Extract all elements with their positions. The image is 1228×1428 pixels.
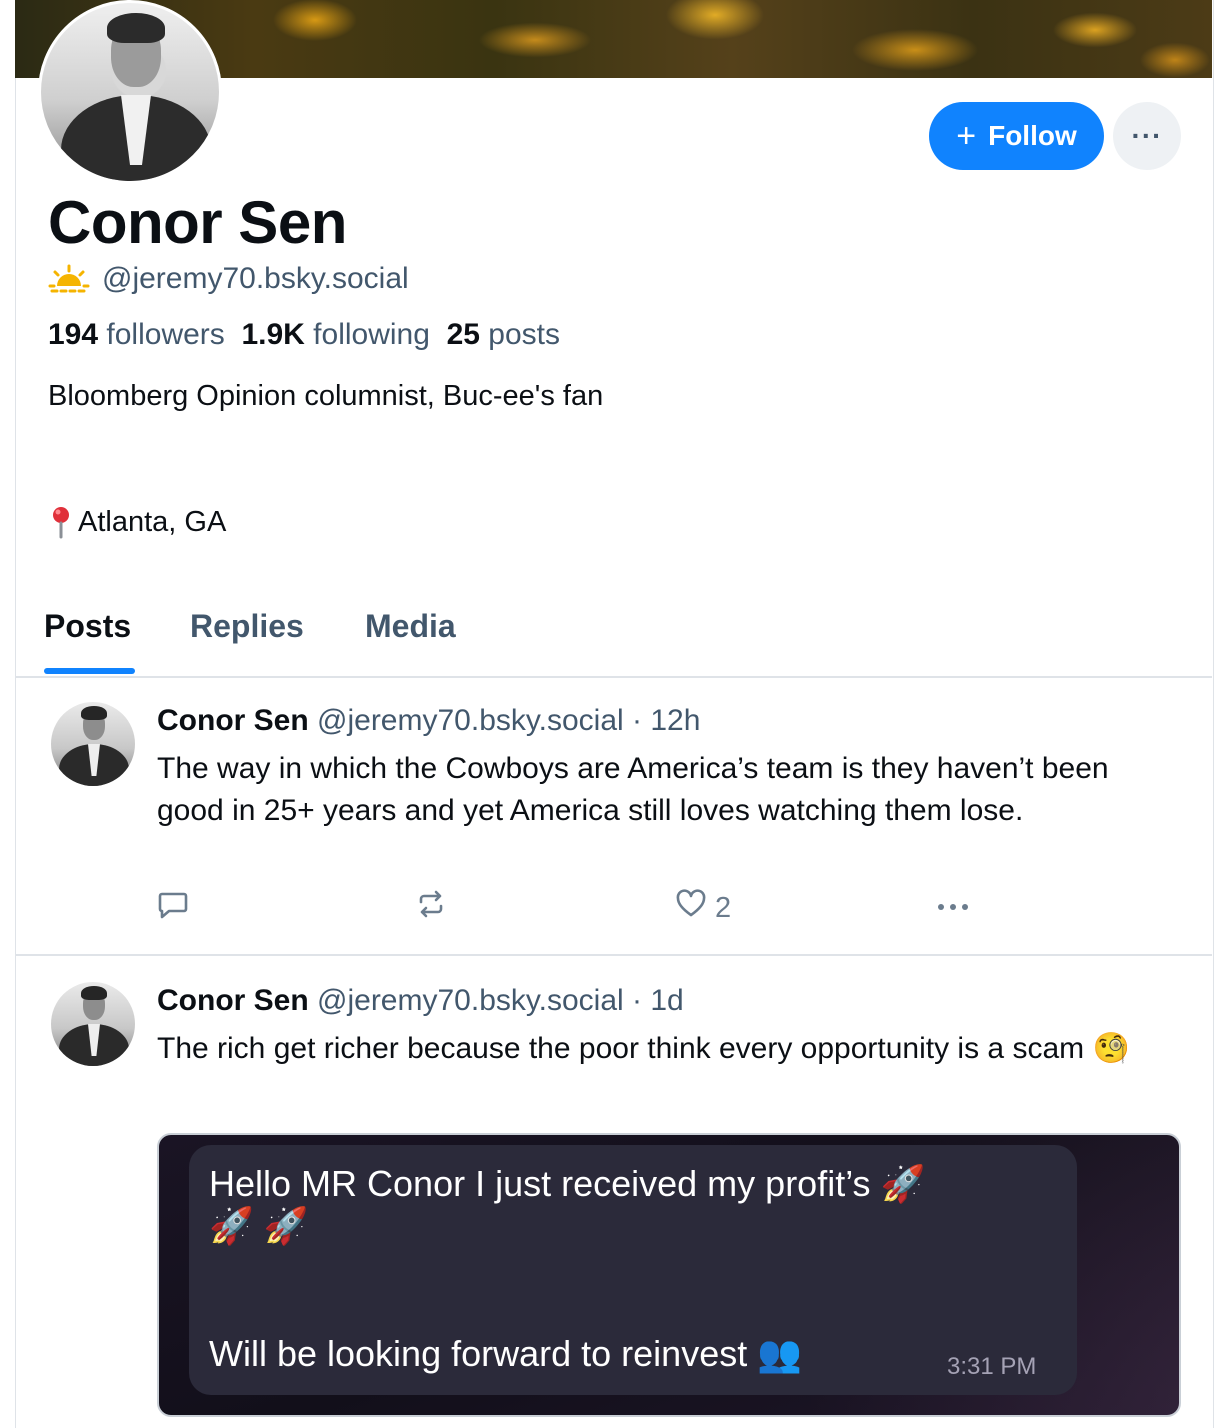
post-avatar[interactable] [51, 702, 135, 786]
repost-button[interactable] [415, 888, 447, 928]
message-line: Will be looking forward to reinvest 👥 [209, 1333, 803, 1374]
location-text: Atlanta, GA [78, 505, 227, 538]
message-time: 3:31 PM [947, 1353, 1037, 1380]
profile-handle[interactable]: @jeremy70.bsky.social [102, 262, 409, 296]
pin-icon [48, 505, 74, 539]
post-text: The rich get richer because the poor thi… [157, 1032, 1130, 1065]
heart-icon [675, 888, 707, 928]
profile-location: Atlanta, GA [48, 505, 226, 539]
active-tab-indicator [44, 668, 135, 674]
reply-icon [157, 888, 189, 928]
profile-tabs: Posts Replies Media [15, 590, 1212, 678]
post-avatar[interactable] [51, 982, 135, 1066]
post-text: The way in which the Cowboys are America… [157, 752, 1109, 827]
post-author-name[interactable]: Conor Sen [157, 984, 309, 1017]
post-item[interactable]: Conor Sen @jeremy70.bsky.social · 12h Th… [15, 678, 1212, 956]
post-embed-image[interactable]: Hello MR Conor I just received my profit… [157, 1133, 1181, 1417]
plus-icon: + [956, 117, 977, 155]
follow-button[interactable]: + Follow [929, 102, 1104, 170]
profile-bio: Bloomberg Opinion columnist, Buc-ee's fa… [48, 380, 604, 412]
message-line: Hello MR Conor I just received my profit… [209, 1163, 926, 1246]
repost-icon [415, 888, 447, 928]
tab-media[interactable]: Media [365, 608, 456, 645]
handle-row: @jeremy70.bsky.social [48, 262, 409, 296]
posts-stat: 25 posts [446, 318, 561, 351]
sun-icon [48, 264, 90, 294]
post-author-name[interactable]: Conor Sen [157, 704, 309, 737]
post-header: Conor Sen @jeremy70.bsky.social · 1d [157, 984, 684, 1018]
following-stat[interactable]: 1.9K following [241, 318, 429, 351]
profile-stats: 194 followers 1.9K following 25 posts [48, 318, 560, 352]
post-author-handle[interactable]: @jeremy70.bsky.social [317, 984, 624, 1017]
tab-posts[interactable]: Posts [44, 608, 131, 645]
more-icon [935, 888, 971, 921]
post-time[interactable]: · 12h [632, 704, 700, 737]
post-time[interactable]: · 1d [632, 984, 684, 1017]
post-header: Conor Sen @jeremy70.bsky.social · 12h [157, 704, 700, 738]
profile-name: Conor Sen [48, 189, 347, 256]
tab-replies[interactable]: Replies [190, 608, 304, 645]
like-count: 2 [715, 891, 732, 924]
post-more-button[interactable] [935, 888, 971, 921]
profile-avatar[interactable] [38, 0, 222, 184]
post-author-handle[interactable]: @jeremy70.bsky.social [317, 704, 624, 737]
more-options-button[interactable]: ··· [1113, 102, 1181, 170]
post-actions: 2 [157, 888, 1167, 928]
followers-stat[interactable]: 194 followers [48, 318, 225, 351]
reply-button[interactable] [157, 888, 189, 928]
like-button[interactable]: 2 [675, 888, 731, 928]
